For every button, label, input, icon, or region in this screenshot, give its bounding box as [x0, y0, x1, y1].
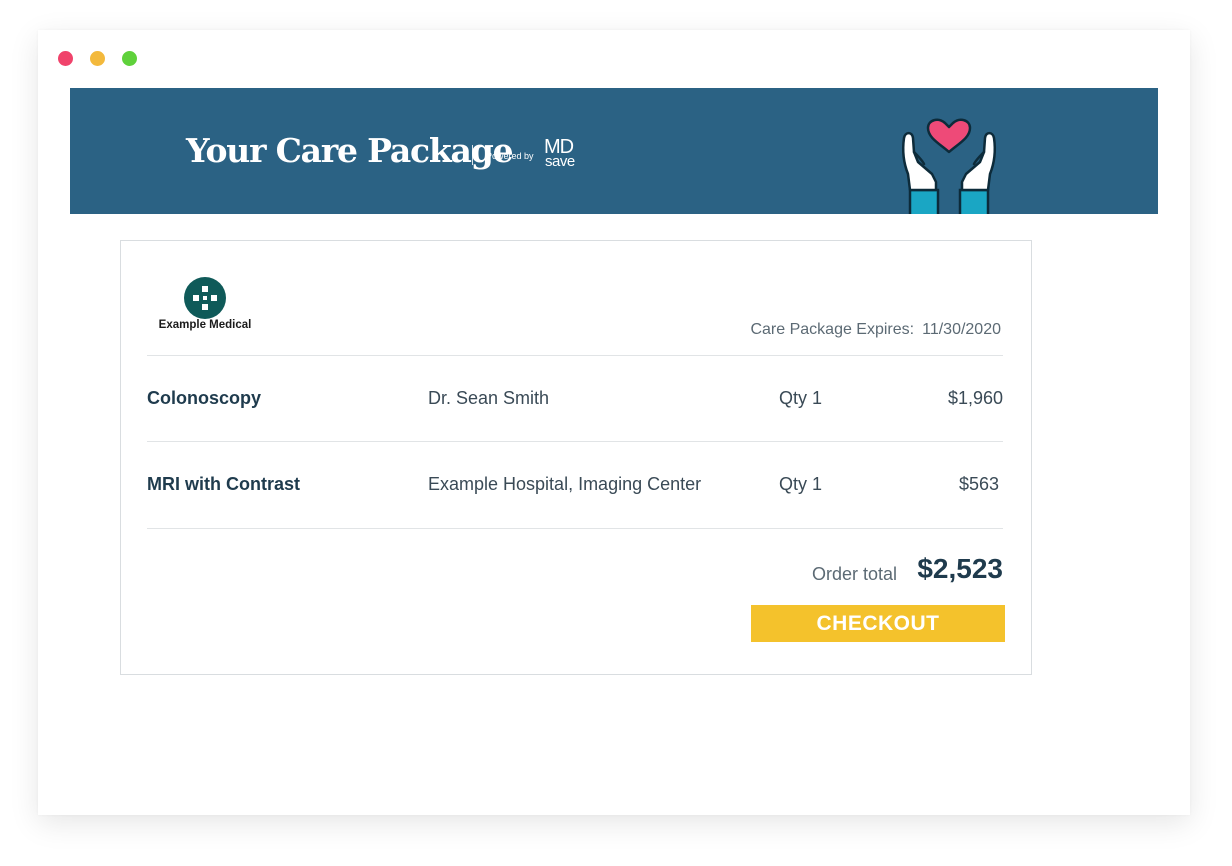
expiry-info: Care Package Expires: 11/30/2020 — [750, 321, 1001, 339]
expiry-label: Care Package Expires: — [750, 321, 915, 338]
expiry-date: 11/30/2020 — [922, 321, 1001, 338]
provider-name: Example Medical — [158, 319, 252, 331]
order-total-value: $2,523 — [917, 553, 1003, 584]
item-qty: Qty 1 — [779, 474, 823, 494]
care-package-card: Example Medical Care Package Expires: 11/… — [120, 240, 1032, 675]
close-window-button[interactable] — [58, 51, 73, 66]
divider — [147, 528, 1003, 529]
item-name: MRI with Contrast — [147, 474, 300, 494]
line-item: MRI with Contrast Example Hospital, Imag… — [147, 464, 1003, 504]
line-item: Colonoscopy Dr. Sean Smith Qty 1 $1,960 — [147, 378, 1003, 418]
item-price: $563 — [958, 474, 999, 494]
divider — [147, 355, 1003, 356]
mdsave-logo-save: save — [545, 153, 575, 170]
maximize-window-button[interactable] — [122, 51, 137, 66]
item-name: Colonoscopy — [147, 388, 262, 408]
provider-logo: Example Medical — [155, 275, 265, 337]
checkout-button[interactable]: CHECKOUT — [751, 605, 1005, 642]
minimize-window-button[interactable] — [90, 51, 105, 66]
divider — [472, 145, 473, 165]
item-provider: Example Hospital, Imaging Center — [428, 474, 702, 494]
page-title: Your Care Package — [186, 131, 514, 170]
order-total-label: Order total — [811, 564, 897, 584]
mdsave-logo: MD save — [544, 137, 586, 173]
header-banner: Your Care Package Powered by MD save — [70, 88, 1158, 214]
item-qty: Qty 1 — [779, 388, 823, 408]
divider — [147, 441, 1003, 442]
powered-by-label: Powered by — [486, 151, 534, 161]
hands-heart-icon — [901, 118, 997, 214]
item-price: $1,960 — [947, 388, 1003, 408]
item-provider: Dr. Sean Smith — [428, 388, 550, 408]
medical-cross-icon — [184, 277, 226, 319]
